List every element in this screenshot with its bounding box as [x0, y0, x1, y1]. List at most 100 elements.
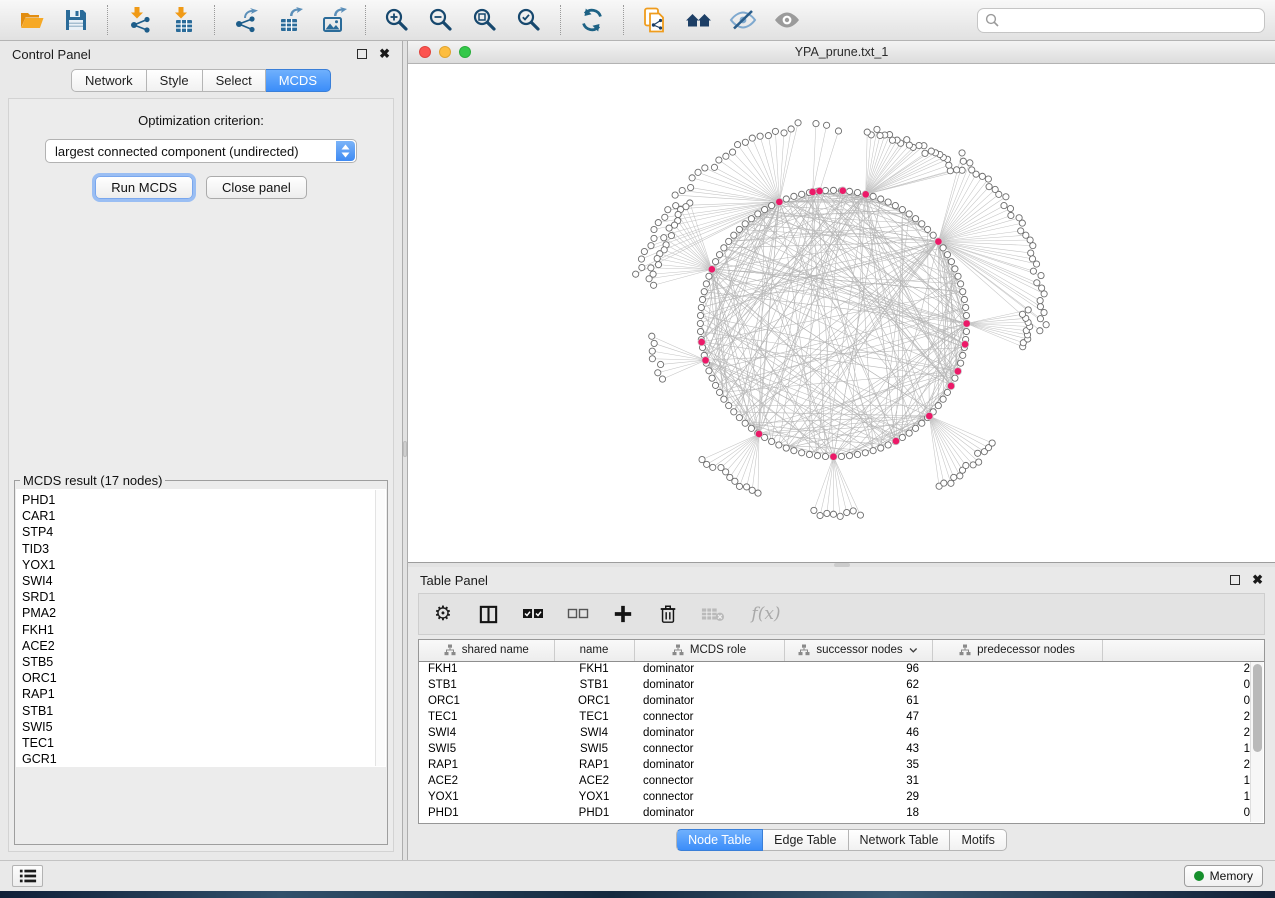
- close-panel-icon[interactable]: ✖: [379, 49, 390, 59]
- settings-gear-icon[interactable]: ⚙: [431, 602, 455, 626]
- node-table-row[interactable]: TEC1TEC1connector472: [419, 709, 1264, 725]
- mcds-result-item[interactable]: SRD1: [22, 589, 386, 605]
- add-column-icon[interactable]: [611, 602, 635, 626]
- table-cell[interactable]: 29: [784, 789, 932, 805]
- node-table-row[interactable]: SWI4SWI4dominator462: [419, 725, 1264, 741]
- table-cell[interactable]: STB1: [419, 677, 554, 693]
- mcds-result-item[interactable]: YOX1: [22, 557, 386, 573]
- mcds-result-item[interactable]: PHD1: [22, 492, 386, 508]
- toggle-columns-icon[interactable]: [476, 602, 500, 626]
- mcds-result-item[interactable]: STB1: [22, 703, 386, 719]
- table-cell[interactable]: ACE2: [554, 773, 634, 789]
- show-all-icon[interactable]: [771, 5, 803, 35]
- table-cell[interactable]: 1: [932, 741, 1264, 757]
- unselect-all-columns-icon[interactable]: [566, 602, 590, 626]
- automation-list-button[interactable]: [12, 865, 43, 887]
- table-cell[interactable]: connector: [634, 741, 784, 757]
- close-window-button[interactable]: [419, 46, 431, 58]
- export-network-icon[interactable]: [230, 5, 262, 35]
- mcds-result-item[interactable]: ORC1: [22, 670, 386, 686]
- column-header-shared-name[interactable]: shared name: [419, 640, 554, 661]
- table-cell[interactable]: PHD1: [554, 805, 634, 821]
- zoom-out-icon[interactable]: [425, 5, 457, 35]
- table-cell[interactable]: TEC1: [554, 709, 634, 725]
- table-cell[interactable]: connector: [634, 709, 784, 725]
- mcds-result-item[interactable]: SWI5: [22, 719, 386, 735]
- control-tab-style[interactable]: Style: [147, 69, 203, 92]
- mcds-result-item[interactable]: GCR1: [22, 751, 386, 767]
- control-tab-select[interactable]: Select: [203, 69, 266, 92]
- table-cell[interactable]: dominator: [634, 693, 784, 709]
- table-cell[interactable]: 1: [932, 773, 1264, 789]
- function-builder-icon[interactable]: f(x): [746, 602, 786, 626]
- first-neighbors-icon[interactable]: [683, 5, 715, 35]
- table-cell[interactable]: dominator: [634, 757, 784, 773]
- column-header-name[interactable]: name: [554, 640, 634, 661]
- node-table-row[interactable]: SWI5SWI5connector431: [419, 741, 1264, 757]
- table-tab-edge-table[interactable]: Edge Table: [763, 829, 848, 851]
- export-table-icon[interactable]: [274, 5, 306, 35]
- delete-table-icon[interactable]: [701, 602, 725, 626]
- mcds-result-item[interactable]: CAR1: [22, 508, 386, 524]
- scrollbar-thumb[interactable]: [1253, 664, 1262, 752]
- minimize-window-button[interactable]: [439, 46, 451, 58]
- hide-selected-icon[interactable]: [727, 5, 759, 35]
- table-cell[interactable]: 18: [784, 805, 932, 821]
- column-header-predecessor-nodes[interactable]: predecessor nodes: [932, 640, 1102, 661]
- table-cell[interactable]: 46: [784, 725, 932, 741]
- close-panel-icon[interactable]: ✖: [1252, 575, 1263, 585]
- node-table-row[interactable]: STB1STB1dominator620: [419, 677, 1264, 693]
- search-input[interactable]: [1004, 13, 1257, 27]
- maximize-window-button[interactable]: [459, 46, 471, 58]
- table-cell[interactable]: 62: [784, 677, 932, 693]
- table-cell[interactable]: SWI5: [554, 741, 634, 757]
- table-cell[interactable]: 0: [932, 693, 1264, 709]
- mcds-result-item[interactable]: PMA2: [22, 605, 386, 621]
- select-all-columns-icon[interactable]: [521, 602, 545, 626]
- list-scrollbar[interactable]: [375, 490, 385, 766]
- table-cell[interactable]: 47: [784, 709, 932, 725]
- network-view[interactable]: [408, 64, 1275, 562]
- mcds-result-item[interactable]: STP4: [22, 524, 386, 540]
- table-cell[interactable]: 2: [932, 709, 1264, 725]
- node-table-row[interactable]: RAP1RAP1dominator352: [419, 757, 1264, 773]
- close-panel-button[interactable]: Close panel: [206, 176, 307, 199]
- node-table-row[interactable]: FKH1FKH1dominator962: [419, 661, 1264, 677]
- table-cell[interactable]: 35: [784, 757, 932, 773]
- node-table-row[interactable]: PHD1PHD1dominator180: [419, 805, 1264, 821]
- table-cell[interactable]: ORC1: [419, 693, 554, 709]
- table-cell[interactable]: ACE2: [419, 773, 554, 789]
- table-cell[interactable]: 2: [932, 661, 1264, 677]
- splitter-grip[interactable]: [403, 441, 407, 457]
- column-header-MCDS-role[interactable]: MCDS role: [634, 640, 784, 661]
- table-cell[interactable]: 2: [932, 725, 1264, 741]
- table-cell[interactable]: dominator: [634, 805, 784, 821]
- import-table-icon[interactable]: [167, 5, 199, 35]
- table-cell[interactable]: RAP1: [419, 757, 554, 773]
- table-tab-motifs[interactable]: Motifs: [950, 829, 1006, 851]
- zoom-selected-icon[interactable]: [513, 5, 545, 35]
- zoom-in-icon[interactable]: [381, 5, 413, 35]
- table-cell[interactable]: RAP1: [554, 757, 634, 773]
- table-tab-network-table[interactable]: Network Table: [849, 829, 951, 851]
- table-cell[interactable]: 31: [784, 773, 932, 789]
- table-cell[interactable]: 43: [784, 741, 932, 757]
- horizontal-splitter[interactable]: [408, 563, 1275, 567]
- table-cell[interactable]: connector: [634, 773, 784, 789]
- table-cell[interactable]: STB1: [554, 677, 634, 693]
- mcds-result-item[interactable]: ACE2: [22, 638, 386, 654]
- table-cell[interactable]: 2: [932, 757, 1264, 773]
- table-cell[interactable]: PHD1: [419, 805, 554, 821]
- table-tab-node-table[interactable]: Node Table: [676, 829, 763, 851]
- table-cell[interactable]: SWI4: [419, 725, 554, 741]
- delete-column-icon[interactable]: [656, 602, 680, 626]
- float-panel-icon[interactable]: [1230, 575, 1240, 585]
- table-cell[interactable]: YOX1: [554, 789, 634, 805]
- network-canvas[interactable]: [408, 64, 1275, 562]
- table-cell[interactable]: FKH1: [419, 661, 554, 677]
- run-mcds-button[interactable]: Run MCDS: [95, 176, 193, 199]
- node-table-row[interactable]: ACE2ACE2connector311: [419, 773, 1264, 789]
- control-tab-mcds[interactable]: MCDS: [266, 69, 331, 92]
- column-header-successor-nodes[interactable]: successor nodes: [784, 640, 932, 661]
- mcds-result-item[interactable]: FKH1: [22, 622, 386, 638]
